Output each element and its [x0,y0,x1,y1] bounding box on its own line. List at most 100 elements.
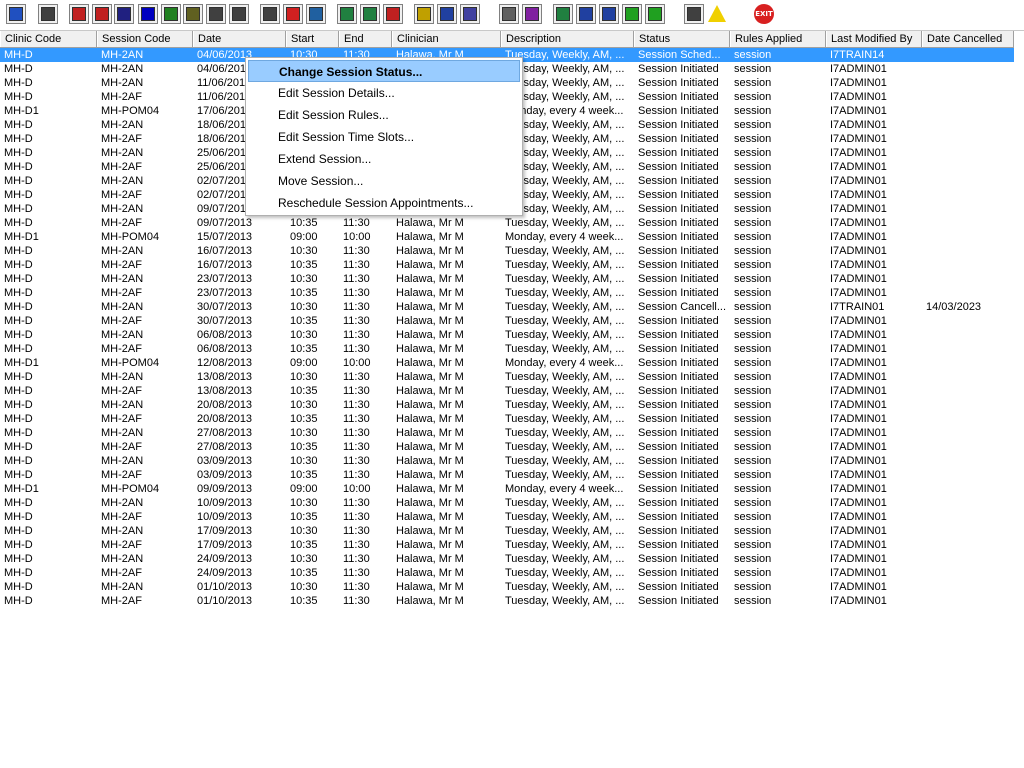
cell-rules-applied: session [734,511,772,523]
car-button[interactable] [437,4,457,24]
window-button[interactable] [306,4,326,24]
menu-item-change-session-status[interactable]: Change Session Status... [248,60,520,82]
column-header-clinician[interactable]: Clinician [392,31,501,47]
menu-item-reschedule-session-appointments[interactable]: Reschedule Session Appointments... [248,192,520,214]
menu-item-edit-session-time-slots[interactable]: Edit Session Time Slots... [248,126,520,148]
column-header-start[interactable]: Start [286,31,339,47]
cell-date: 27/08/2013 [197,427,253,439]
cell-clinician: Halawa, Mr M [396,427,464,439]
table-row[interactable]: MH-D MH-2AF 01/10/2013 10:35 11:30 Halawa, Mr… [0,594,1014,608]
check-form-button[interactable] [599,4,619,24]
cell-date: 10/09/2013 [197,497,253,509]
table-row[interactable]: MH-D MH-2AN 13/08/2013 10:30 11:30 Halawa, Mr… [0,370,1014,384]
table-row[interactable]: MH-D MH-2AF 17/09/2013 10:35 11:30 Halawa, Mr… [0,538,1014,552]
transfer-button[interactable] [622,4,642,24]
column-header-date-cancelled[interactable]: Date Cancelled [922,31,1014,47]
table-row[interactable]: MH-D1 MH-POM04 12/08/2013 09:00 10:00 Halawa,… [0,356,1014,370]
bar-chart-button[interactable] [522,4,542,24]
table-row[interactable]: MH-D MH-2AN 30/07/2013 10:30 11:30 Halawa, Mr… [0,300,1014,314]
page-button[interactable] [499,4,519,24]
column-header-status[interactable]: Status [634,31,730,47]
chat-button[interactable] [360,4,380,24]
cell-date: 13/08/2013 [197,385,253,397]
table-row[interactable]: MH-D MH-2AF 10/09/2013 10:35 11:30 Halawa, Mr… [0,510,1014,524]
cell-start: 10:30 [290,399,318,411]
menu-item-move-session[interactable]: Move Session... [248,170,520,192]
globe-button[interactable] [553,4,573,24]
table-row[interactable]: MH-D MH-2AF 23/07/2013 10:35 11:30 Halawa, Mr… [0,286,1014,300]
table-row[interactable]: MH-D1 MH-POM04 09/09/2013 09:00 10:00 Halawa,… [0,482,1014,496]
film-button[interactable] [229,4,249,24]
table-row[interactable]: MH-D MH-2AF 09/07/2013 10:35 11:30 Halawa, Mr… [0,216,1014,230]
swap-button[interactable] [684,4,704,24]
column-header-end[interactable]: End [339,31,392,47]
edit-document-button[interactable] [92,4,112,24]
notes-button[interactable] [183,4,203,24]
cell-start: 10:35 [290,217,318,229]
cell-clinic-code: MH-D [4,189,33,201]
table-row[interactable]: MH-D MH-2AN 01/10/2013 10:30 11:30 Halawa, Mr… [0,580,1014,594]
user-lookup-button[interactable] [6,4,26,24]
table-row[interactable]: MH-D MH-2AF 03/09/2013 10:35 11:30 Halawa, Mr… [0,468,1014,482]
menu-item-edit-session-details[interactable]: Edit Session Details... [248,82,520,104]
table-row[interactable]: MH-D MH-2AN 23/07/2013 10:30 11:30 Halawa, Mr… [0,272,1014,286]
cell-date-cancelled [922,104,1014,118]
table-row[interactable]: MH-D MH-2AF 27/08/2013 10:35 11:30 Halawa, Mr… [0,440,1014,454]
column-header-session-code[interactable]: Session Code [97,31,193,47]
cell-rules-applied: session [734,77,772,89]
person-button[interactable] [161,4,181,24]
cell-clinic-code: MH-D [4,427,33,439]
cell-session-code: MH-2AF [101,539,142,551]
cell-clinician: Halawa, Mr M [396,511,464,523]
table-row[interactable]: MH-D MH-2AN 24/09/2013 10:30 11:30 Halawa, Mr… [0,552,1014,566]
table-row[interactable]: MH-D MH-2AN 06/08/2013 10:30 11:30 Halawa, Mr… [0,328,1014,342]
cell-description: Tuesday, Weekly, AM, ... [505,385,625,397]
table-row[interactable]: MH-D MH-2AN 10/09/2013 10:30 11:30 Halawa, Mr… [0,496,1014,510]
cell-description: Monday, every 4 week... [505,231,624,243]
ticket-button[interactable] [206,4,226,24]
table-row[interactable]: MH-D MH-2AF 30/07/2013 10:35 11:30 Halawa, Mr… [0,314,1014,328]
menu-item-edit-session-rules[interactable]: Edit Session Rules... [248,104,520,126]
list-button[interactable] [414,4,434,24]
cell-end: 11:30 [343,413,370,425]
document-edit-icon [263,7,277,21]
cell-description: Monday, every 4 week... [505,483,624,495]
book-button[interactable] [69,4,89,24]
table-row[interactable]: MH-D1 MH-POM04 15/07/2013 09:00 10:00 Halawa,… [0,230,1014,244]
document-edit-button[interactable] [260,4,280,24]
cell-description: Monday, every 4 week... [505,357,624,369]
cell-clinic-code: MH-D [4,567,33,579]
approve-button[interactable] [645,4,665,24]
table-row[interactable]: MH-D MH-2AN 17/09/2013 10:30 11:30 Halawa, Mr… [0,524,1014,538]
table-row[interactable]: MH-D MH-2AN 16/07/2013 10:30 11:30 Halawa, Mr… [0,244,1014,258]
no-entry-button[interactable] [383,4,403,24]
column-header-description[interactable]: Description [501,31,634,47]
warning-button[interactable] [707,4,727,24]
table-row[interactable]: MH-D MH-2AF 06/08/2013 10:35 11:30 Halawa, Mr… [0,342,1014,356]
table-row[interactable]: MH-D MH-2AF 13/08/2013 10:35 11:30 Halawa, Mr… [0,384,1014,398]
print-button[interactable] [38,4,58,24]
table-row[interactable]: MH-D MH-2AN 03/09/2013 10:30 11:30 Halawa, Mr… [0,454,1014,468]
table-row[interactable]: MH-D MH-2AN 27/08/2013 10:30 11:30 Halawa, Mr… [0,426,1014,440]
exit-button[interactable]: EXIT [754,4,774,24]
table-row[interactable]: MH-D MH-2AF 24/09/2013 10:35 11:30 Halawa, Mr… [0,566,1014,580]
letter-m-button[interactable] [138,4,158,24]
signature-button[interactable] [460,4,480,24]
table-row[interactable]: MH-D MH-2AF 20/08/2013 10:35 11:30 Halawa, Mr… [0,412,1014,426]
cell-last-modified-by: I7ADMIN01 [830,77,887,89]
cell-date-cancelled [922,118,1014,132]
column-header-rules-applied[interactable]: Rules Applied [730,31,826,47]
cell-last-modified-by: I7ADMIN01 [830,133,887,145]
table-row[interactable]: MH-D MH-2AF 16/07/2013 10:35 11:30 Halawa, Mr… [0,258,1014,272]
checklist-button[interactable] [576,4,596,24]
cell-last-modified-by: I7ADMIN01 [830,119,887,131]
column-header-date[interactable]: Date [193,31,286,47]
report-button[interactable] [337,4,357,24]
cell-date-cancelled [922,342,1014,356]
column-header-clinic-code[interactable]: Clinic Code [0,31,97,47]
table-row[interactable]: MH-D MH-2AN 20/08/2013 10:30 11:30 Halawa, Mr… [0,398,1014,412]
menu-item-extend-session[interactable]: Extend Session... [248,148,520,170]
column-header-last-modified-by[interactable]: Last Modified By [826,31,922,47]
clock-button[interactable] [283,4,303,24]
calendar-button[interactable] [114,4,134,24]
